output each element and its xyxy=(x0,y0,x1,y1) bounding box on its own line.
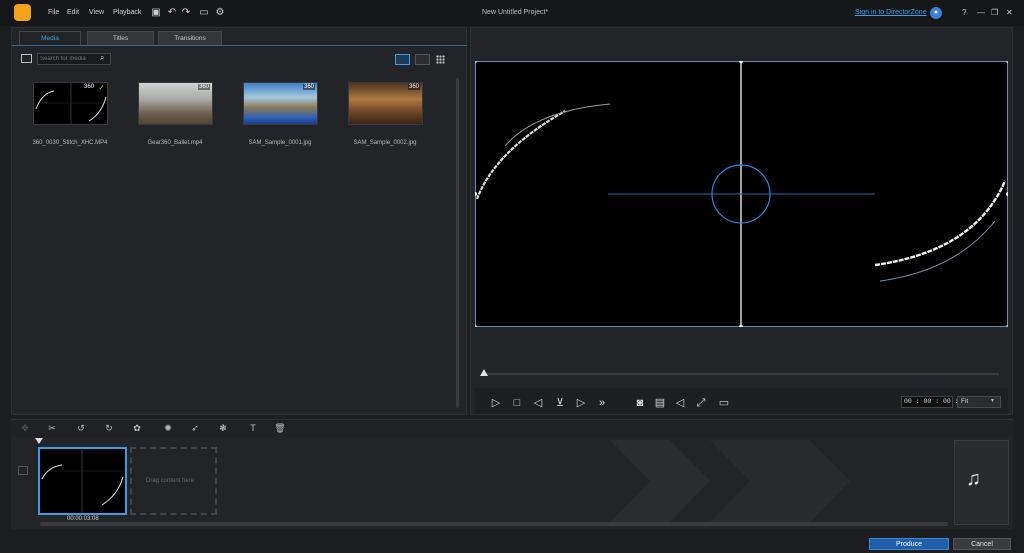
delete-icon[interactable]: 🗑 xyxy=(273,422,287,434)
chevron-down-icon[interactable]: ▾ xyxy=(991,397,994,404)
search-input[interactable] xyxy=(40,55,96,63)
save-icon[interactable]: ▣ xyxy=(150,7,162,19)
playback-slider-thumb[interactable] xyxy=(480,369,488,376)
volume-icon[interactable]: ◁ xyxy=(673,396,687,410)
text-icon[interactable]: T xyxy=(246,422,260,434)
zoom-value: Fit xyxy=(961,398,969,405)
badge-360: 360 xyxy=(82,84,95,90)
undo-icon[interactable]: ↶ xyxy=(166,7,178,19)
cancel-button[interactable]: Cancel xyxy=(953,538,1011,550)
stop-icon[interactable]: □ xyxy=(510,396,524,410)
preview-frame xyxy=(475,61,1008,327)
fullscreen-icon[interactable]: ⤢ xyxy=(694,396,708,410)
media-caption-3: SAM_Sample_0001.jpg xyxy=(248,140,312,146)
tab-titles[interactable]: Titles xyxy=(87,31,154,46)
import-media-icon[interactable] xyxy=(21,54,32,63)
speed-icon[interactable]: ➶ xyxy=(188,422,202,434)
timeline-scrollbar[interactable] xyxy=(40,522,948,526)
playback-slider-track[interactable] xyxy=(484,373,999,375)
next-frame-icon[interactable]: ▷ xyxy=(574,396,588,410)
effects-icon[interactable]: ✿ xyxy=(130,422,144,434)
fast-forward-icon[interactable]: » xyxy=(595,396,609,410)
media-thumb-3[interactable]: 360 xyxy=(243,82,318,125)
checkmark-icon: ✓ xyxy=(98,83,105,92)
badge-360: 360 xyxy=(407,84,420,90)
tab-transitions[interactable]: Transitions xyxy=(158,31,222,46)
media-thumb-1[interactable]: 360 ✓ xyxy=(33,82,108,125)
search-icon[interactable]: ⌕ xyxy=(100,53,104,63)
media-caption-2: Gear360_Ballet.mp4 xyxy=(147,140,203,146)
subtitle-icon[interactable]: ▤ xyxy=(653,396,667,410)
tab-underline xyxy=(12,45,467,46)
rotate-right-icon[interactable]: ↻ xyxy=(102,422,116,434)
project-title: New Untitled Project* xyxy=(482,9,549,16)
timeline-watermark xyxy=(610,440,850,522)
produce-button[interactable]: Produce xyxy=(869,538,949,550)
menu-playback[interactable]: Playback xyxy=(113,9,141,16)
close-icon[interactable]: ✕ xyxy=(1006,8,1013,17)
color-adjust-icon[interactable]: ❃ xyxy=(216,422,230,434)
move-icon[interactable]: ✥ xyxy=(18,422,32,434)
track-icon xyxy=(18,466,28,475)
media-caption-1: 360_0030_Stitch_XHC.MP4 xyxy=(32,140,108,146)
badge-360: 360 xyxy=(197,84,210,90)
library-scrollbar[interactable] xyxy=(456,78,459,408)
rotate-left-icon[interactable]: ↺ xyxy=(74,422,88,434)
add-music-panel[interactable] xyxy=(954,440,1009,525)
menu-edit[interactable]: Edit xyxy=(67,9,79,16)
tab-media[interactable]: Media xyxy=(19,31,81,46)
view-mode-large-icon[interactable] xyxy=(395,54,410,65)
drop-hint: Drag content here xyxy=(146,478,195,484)
playhead-marker[interactable] xyxy=(35,438,43,444)
media-caption-4: SAM_Sample_0002.jpg xyxy=(353,140,417,146)
notification-icon[interactable]: ● xyxy=(930,7,942,19)
cut-icon[interactable]: ✂ xyxy=(45,422,59,434)
media-thumb-2[interactable]: 360 xyxy=(138,82,213,125)
redo-icon[interactable]: ↷ xyxy=(180,7,192,19)
timeline-clip[interactable] xyxy=(38,447,127,515)
previous-frame-icon[interactable]: ◁ xyxy=(531,396,545,410)
settings-icon[interactable]: ⚙ xyxy=(214,7,226,19)
help-icon[interactable]: ? xyxy=(962,8,966,17)
minimize-icon[interactable]: — xyxy=(977,8,985,17)
view-mode-image-icon[interactable] xyxy=(415,54,430,65)
sign-in-link[interactable]: Sign in to DirectorZone xyxy=(855,9,927,16)
snapshot-icon[interactable]: ◙ xyxy=(633,396,647,410)
external-display-icon[interactable]: ▭ xyxy=(717,396,731,410)
split-clip-icon[interactable]: ⊻ xyxy=(553,396,567,410)
menu-view[interactable]: View xyxy=(89,9,104,16)
badge-360: 360 xyxy=(302,84,315,90)
menu-file[interactable]: File xyxy=(48,9,59,16)
app-logo[interactable] xyxy=(14,4,31,21)
title-bar: File Edit View Playback ▣ ↶ ↷ ▭ ⚙ New Un… xyxy=(0,0,1024,26)
magic-fix-icon[interactable]: ✺ xyxy=(161,422,175,434)
add-music-icon[interactable]: ♫ xyxy=(966,468,981,491)
grid-view-icon[interactable] xyxy=(436,55,445,64)
restore-icon[interactable]: ❐ xyxy=(991,8,998,17)
play-icon[interactable]: ▷ xyxy=(489,396,503,410)
aspect-ratio-icon[interactable]: ▭ xyxy=(196,7,212,19)
media-thumb-4[interactable]: 360 xyxy=(348,82,423,125)
